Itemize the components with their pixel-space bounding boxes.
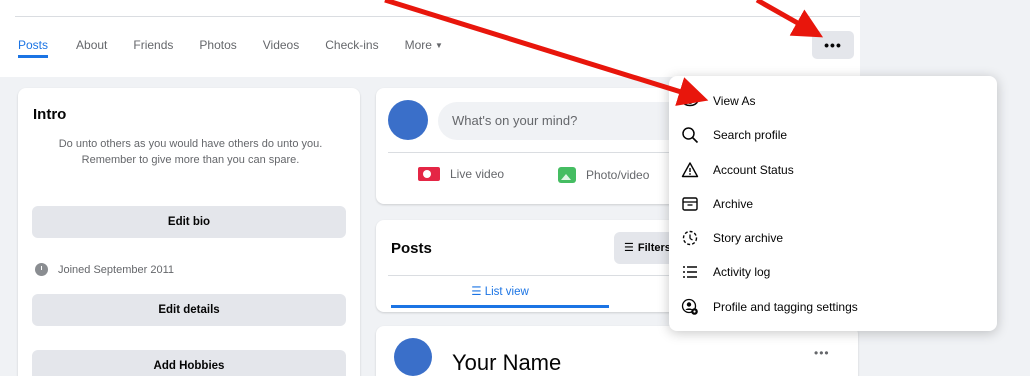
tab-posts[interactable]: Posts (18, 36, 49, 58)
search-icon (681, 126, 699, 144)
tab-about[interactable]: About (76, 36, 107, 58)
post-author[interactable]: Your Name (452, 350, 561, 376)
tab-more-label: More (404, 38, 432, 52)
profile-page: Posts About Friends Photos Videos Check-… (0, 0, 1030, 376)
menu-item-story-archive[interactable]: Story archive (681, 225, 783, 251)
tab-videos[interactable]: Videos (263, 36, 299, 58)
activity-log-icon (681, 263, 699, 281)
add-hobbies-button[interactable]: Add Hobbies (32, 350, 346, 376)
menu-item-account-status[interactable]: Account Status (681, 157, 794, 183)
menu-item-label: Profile and tagging settings (713, 300, 858, 314)
filters-icon: ☰ (624, 242, 634, 254)
tab-more[interactable]: More ▼ (405, 36, 443, 58)
photo-video-button[interactable]: Photo/video (558, 167, 649, 183)
tab-friends[interactable]: Friends (133, 36, 173, 58)
menu-item-profile-tagging-settings[interactable]: Profile and tagging settings (681, 294, 858, 320)
posts-title: Posts (391, 240, 432, 257)
joined-text: Joined September 2011 (58, 263, 174, 276)
profile-settings-icon (681, 298, 699, 316)
photo-icon (558, 167, 576, 183)
post-avatar[interactable] (394, 338, 432, 376)
tab-check-ins[interactable]: Check-ins (325, 36, 378, 58)
filters-label: Filters (637, 242, 671, 254)
edit-details-button[interactable]: Edit details (32, 294, 346, 326)
bio-text: Do unto others as you would have others … (58, 138, 323, 166)
photo-video-label: Photo/video (586, 168, 650, 182)
live-video-button[interactable]: Live video (418, 167, 504, 181)
live-video-label: Live video (450, 167, 505, 181)
edit-bio-button[interactable]: Edit bio (32, 206, 346, 238)
archive-icon (681, 195, 699, 213)
joined-info: Joined September 2011 (35, 263, 174, 276)
profile-tabs: Posts About Friends Photos Videos Check-… (18, 36, 469, 58)
warning-icon (681, 161, 699, 179)
profile-nav-bar: Posts About Friends Photos Videos Check-… (0, 0, 860, 77)
menu-item-label: Activity log (713, 265, 771, 279)
story-archive-icon (681, 229, 699, 247)
menu-item-label: Story archive (713, 231, 784, 245)
menu-item-label: Search profile (713, 128, 788, 142)
menu-item-activity-log[interactable]: Activity log (681, 259, 770, 285)
post-card: Your Name ••• (376, 326, 858, 376)
menu-item-view-as[interactable]: View As (681, 88, 755, 114)
post-options-button[interactable]: ••• (814, 346, 830, 360)
intro-title: Intro (33, 106, 67, 123)
menu-item-search-profile[interactable]: Search profile (681, 122, 787, 148)
nav-divider (15, 16, 860, 17)
avatar[interactable] (388, 100, 428, 140)
list-view-tab[interactable]: ☰ List view (391, 280, 609, 308)
menu-item-label: Account Status (713, 163, 794, 177)
more-options-button[interactable]: ••• (812, 31, 854, 59)
clock-icon (35, 263, 48, 276)
live-video-icon (418, 167, 440, 181)
menu-item-archive[interactable]: Archive (681, 191, 753, 217)
eye-icon (681, 92, 699, 110)
list-view-label: List view (484, 286, 529, 298)
menu-item-label: View As (713, 94, 756, 108)
menu-item-label: Archive (713, 197, 754, 211)
caret-down-icon: ▼ (434, 41, 443, 50)
intro-card: Intro Do unto others as you would have o… (18, 88, 360, 376)
profile-options-menu: View As Search profile Account Status Ar… (669, 76, 997, 331)
list-icon: ☰ (471, 286, 485, 298)
tab-photos[interactable]: Photos (199, 36, 236, 58)
